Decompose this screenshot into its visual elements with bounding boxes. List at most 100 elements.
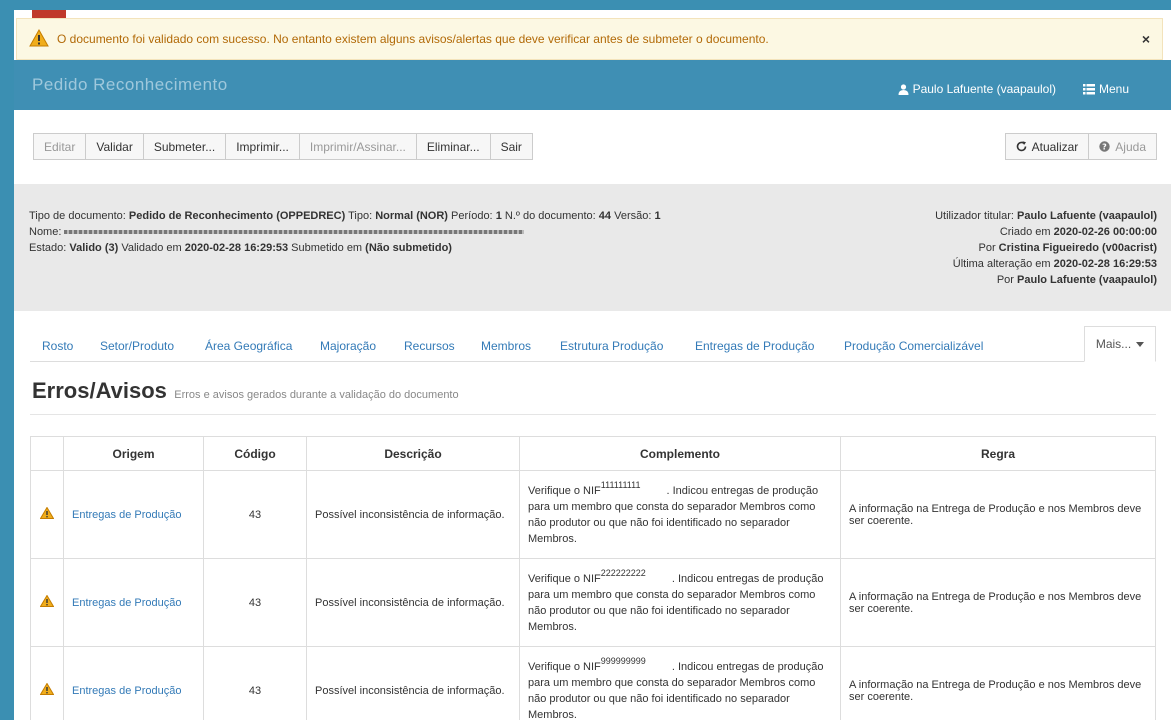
submitted-label: Submetido em — [291, 242, 363, 254]
owner-label: Utilizador titular: — [935, 210, 1014, 222]
origin-link[interactable]: Entregas de Produção — [63, 558, 204, 647]
doc-name-line: Nome: — [29, 224, 661, 240]
complement-prefix: Verifique o NIF — [528, 572, 601, 585]
description-cell: Possível inconsistência de informação. — [306, 470, 520, 559]
created-by-label: Por — [978, 242, 996, 254]
doc-number-value: 44 — [598, 210, 612, 222]
complement-cell: Verifique o NIF222222222. Indicou entreg… — [519, 558, 841, 647]
section-subtitle: Erros e avisos gerados durante a validaç… — [174, 389, 459, 401]
validated-value: 2020-02-28 16:29:53 — [184, 242, 289, 254]
refresh-icon — [1016, 141, 1026, 152]
doc-kind-label: Tipo: — [348, 210, 373, 222]
warning-icon — [39, 506, 55, 519]
description-cell: Possível inconsistência de informação. — [306, 558, 520, 647]
tab-recursos[interactable]: Recursos — [404, 339, 455, 353]
tab-estrutura-producao[interactable]: Estrutura Produção — [560, 339, 663, 353]
right-buttons: Atualizar ? Ajuda — [1004, 133, 1157, 160]
tab-more-dropdown[interactable]: Mais... — [1084, 326, 1156, 362]
table-header-row: Origem Código Descrição Complemento Regr… — [30, 436, 1156, 471]
delete-button[interactable]: Eliminar... — [415, 133, 491, 160]
origin-link[interactable]: Entregas de Produção — [63, 646, 204, 720]
row-warning — [30, 558, 64, 647]
action-buttons: Editar Validar Submeter... Imprimir... I… — [33, 133, 533, 160]
list-icon — [1082, 83, 1095, 94]
created-label: Criado em — [999, 226, 1051, 238]
edit-button[interactable]: Editar — [33, 133, 87, 160]
document-info-panel: Tipo de documento: Pedido de Reconhecime… — [14, 184, 1171, 311]
doc-number-label: N.º do documento: — [504, 210, 596, 222]
print-button[interactable]: Imprimir... — [225, 133, 300, 160]
help-label: Ajuda — [1115, 139, 1146, 154]
close-icon[interactable]: × — [1142, 31, 1150, 47]
tab-setor-produto[interactable]: Setor/Produto — [100, 339, 174, 353]
doc-type-line: Tipo de documento: Pedido de Reconhecime… — [29, 208, 661, 224]
tab-membros[interactable]: Membros — [481, 339, 531, 353]
status-value: Valido (3) — [69, 242, 119, 254]
modified-label: Última alteração em — [952, 258, 1051, 270]
section-title: Erros/Avisos — [32, 378, 167, 403]
tab-entregas-producao[interactable]: Entregas de Produção — [695, 339, 814, 353]
code-cell: 43 — [203, 470, 307, 559]
complement-prefix: Verifique o NIF — [528, 484, 601, 497]
toolbar: Editar Validar Submeter... Imprimir... I… — [14, 110, 1171, 184]
user-name: Paulo Lafuente (vaapaulol) — [912, 82, 1056, 96]
submit-button[interactable]: Submeter... — [142, 133, 227, 160]
refresh-label: Atualizar — [1031, 139, 1079, 154]
table-row: Entregas de Produção 43 Possível inconsi… — [30, 470, 1156, 559]
complement-cell: Verifique o NIF999999999. Indicou entreg… — [519, 646, 841, 720]
validate-button[interactable]: Validar — [85, 133, 144, 160]
complement-cell: Verifique o NIF111111111. Indicou entreg… — [519, 470, 841, 559]
tab-majoracao[interactable]: Majoração — [320, 339, 376, 353]
header-icon — [30, 436, 64, 471]
origin-link[interactable]: Entregas de Produção — [63, 470, 204, 559]
table-row: Entregas de Produção 43 Possível inconsi… — [30, 558, 1156, 647]
tab-area-geografica[interactable]: Área Geográfica — [205, 339, 292, 353]
header-descricao: Descrição — [306, 436, 520, 471]
header-origem: Origem — [63, 436, 204, 471]
modified-by-value: Paulo Lafuente (vaapaulol) — [1017, 274, 1157, 286]
warning-icon — [39, 594, 55, 607]
tab-more-label: Mais... — [1095, 337, 1132, 351]
caret-down-icon — [1136, 341, 1145, 347]
help-button[interactable]: ? Ajuda — [1088, 133, 1157, 160]
validated-label: Validado em — [121, 242, 182, 254]
tab-rosto[interactable]: Rosto — [42, 339, 73, 353]
rule-cell: A informação na Entrega de Produção e no… — [840, 558, 1156, 647]
table-row: Entregas de Produção 43 Possível inconsi… — [30, 646, 1156, 720]
code-cell: 43 — [203, 646, 307, 720]
top-frame — [0, 0, 1171, 10]
doc-period-label: Período: — [451, 210, 493, 222]
doc-period-value: 1 — [495, 210, 502, 222]
document-info-left: Tipo de documento: Pedido de Reconhecime… — [29, 208, 661, 256]
modified-by-label: Por — [996, 274, 1014, 286]
created-value: 2020-02-26 00:00:00 — [1053, 226, 1157, 238]
rule-cell: A informação na Entrega de Produção e no… — [840, 646, 1156, 720]
submitted-value: (Não submetido) — [365, 242, 452, 254]
tab-producao-comercializavel[interactable]: Produção Comercializável — [844, 339, 983, 353]
created-by-value: Cristina Figueiredo (v00acrist) — [998, 242, 1157, 254]
doc-type-label: Tipo de documento: — [29, 210, 126, 222]
page-title: Pedido Reconhecimento — [32, 75, 228, 94]
refresh-button[interactable]: Atualizar — [1004, 133, 1090, 160]
warning-icon — [39, 682, 55, 695]
user-icon — [898, 83, 909, 95]
modified-value: 2020-02-28 16:29:53 — [1053, 258, 1157, 270]
help-icon: ? — [1099, 141, 1110, 152]
menu-button[interactable]: Menu — [1082, 82, 1129, 96]
complement-prefix: Verifique o NIF — [528, 660, 601, 673]
row-warning — [30, 470, 64, 559]
user-menu[interactable]: Paulo Lafuente (vaapaulol) — [898, 82, 1056, 96]
redacted-name — [64, 230, 525, 235]
rule-cell: A informação na Entrega de Produção e no… — [840, 470, 1156, 559]
description-cell: Possível inconsistência de informação. — [306, 646, 520, 720]
top-navbar: Pedido Reconhecimento Paulo Lafuente (va… — [14, 60, 1171, 110]
section-tabs: Rosto Setor/Produto Área Geográfica Majo… — [30, 326, 1156, 362]
menu-label: Menu — [1098, 82, 1129, 96]
errors-table: Origem Código Descrição Complemento Regr… — [30, 436, 1156, 720]
doc-name-label: Nome: — [29, 226, 62, 238]
print-sign-button[interactable]: Imprimir/Assinar... — [298, 133, 417, 160]
nif-value: 999999999 — [600, 655, 646, 666]
status-label: Estado: — [29, 242, 67, 254]
exit-button[interactable]: Sair — [489, 133, 533, 160]
doc-type-value: Pedido de Reconhecimento (OPPEDREC) — [128, 210, 346, 222]
